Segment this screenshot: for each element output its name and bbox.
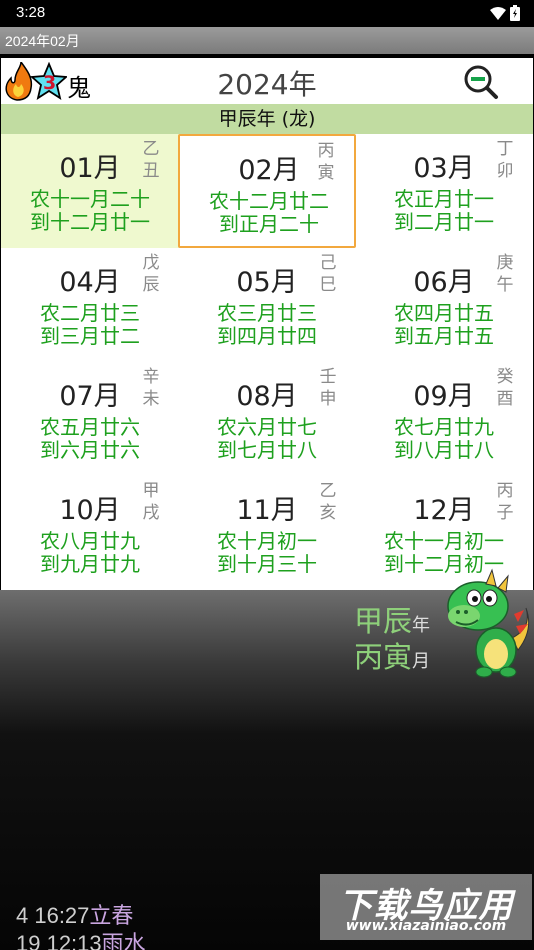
lunar-start: 农二月廿三 bbox=[40, 301, 140, 325]
month-ganzhi: 辛未 bbox=[142, 367, 160, 409]
ganzhi-summary: 甲辰年 丙寅月 bbox=[354, 598, 431, 674]
lunar-end: 到八月廿八 bbox=[394, 438, 494, 462]
window-title: 2024年02月 bbox=[5, 33, 80, 49]
year-ganzhi-bar: 甲辰年 (龙) bbox=[1, 104, 533, 134]
lunar-start: 农正月廿一 bbox=[394, 187, 494, 211]
zoom-out-button[interactable] bbox=[463, 64, 499, 100]
lunar-end: 到九月廿九 bbox=[40, 552, 140, 576]
lunar-start: 农十二月廿二 bbox=[209, 189, 329, 213]
month-ganzhi: 丁卯 bbox=[496, 139, 514, 181]
month-ganzhi: 己巳 bbox=[319, 253, 337, 295]
year-title[interactable]: 2024年 bbox=[1, 63, 533, 103]
solar-term-name: 雨水 bbox=[101, 932, 146, 950]
lunar-start: 农十月初一 bbox=[217, 529, 317, 553]
month-cell-09[interactable]: 09月 癸酉 农七月廿九 到八月廿八 bbox=[355, 362, 533, 476]
watermark-url: www.xiazainiao.com bbox=[345, 918, 507, 934]
month-ganzhi: 甲戌 bbox=[142, 481, 160, 523]
lunar-end: 到七月廿八 bbox=[217, 438, 317, 462]
lunar-start: 农五月廿六 bbox=[40, 415, 140, 439]
watermark: 下载鸟应用 www.xiazainiao.com bbox=[320, 874, 532, 940]
zoom-out-icon bbox=[464, 65, 498, 99]
lunar-start: 农六月廿七 bbox=[217, 415, 317, 439]
month-ganzhi: 乙亥 bbox=[319, 481, 337, 523]
month-cell-07[interactable]: 07月 辛未 农五月廿六 到六月廿六 bbox=[1, 362, 179, 476]
lunar-end: 到三月廿二 bbox=[40, 324, 140, 348]
month-grid: 01月 乙丑 农十一月二十 到十二月廿一 02月 丙寅 农十二月廿二 到正月二十… bbox=[1, 134, 533, 590]
month-cell-06[interactable]: 06月 庚午 农四月廿五 到五月廿五 bbox=[355, 248, 533, 362]
month-ganzhi: 庚午 bbox=[496, 253, 514, 295]
title-bar: 2024年02月 bbox=[0, 27, 534, 54]
panel-header: 3 鬼 2024年 bbox=[1, 58, 533, 104]
lunar-end: 到六月廿六 bbox=[40, 438, 140, 462]
month-ganzhi: 戊辰 bbox=[142, 253, 160, 295]
lunar-end: 到二月廿一 bbox=[394, 210, 494, 234]
lunar-end: 到十二月廿一 bbox=[30, 210, 150, 234]
month-ganzhi: 癸酉 bbox=[496, 367, 514, 409]
lunar-end: 到正月二十 bbox=[219, 212, 319, 236]
month-cell-05[interactable]: 05月 己巳 农三月廿三 到四月廿四 bbox=[178, 248, 356, 362]
lunar-end: 到五月廿五 bbox=[394, 324, 494, 348]
month-ganzhi: 乙丑 bbox=[142, 139, 160, 181]
month-ganzhi: 壬申 bbox=[319, 367, 337, 409]
lunar-start: 农四月廿五 bbox=[394, 301, 494, 325]
month-cell-08[interactable]: 08月 壬申 农六月廿七 到七月廿八 bbox=[178, 362, 356, 476]
lunar-start: 农七月廿九 bbox=[394, 415, 494, 439]
lunar-start: 农八月廿九 bbox=[40, 529, 140, 553]
solar-term-time: 4 16:27 bbox=[16, 903, 90, 928]
year-ganzhi: 甲辰年 bbox=[354, 604, 431, 638]
month-cell-02[interactable]: 02月 丙寅 农十二月廿二 到正月二十 bbox=[178, 134, 356, 248]
battery-icon bbox=[510, 5, 520, 25]
month-cell-04[interactable]: 04月 戊辰 农二月廿三 到三月廿二 bbox=[1, 248, 179, 362]
info-area: 甲辰年 丙寅月 4 16:27立春 19 12:13雨水 下载鸟应用 www.x… bbox=[0, 568, 534, 950]
lunar-start: 农十一月二十 bbox=[30, 187, 150, 211]
month-cell-11[interactable]: 11月 乙亥 农十月初一 到十月三十 bbox=[178, 476, 356, 590]
month-ganzhi: 丙寅月 bbox=[354, 640, 431, 674]
lunar-start: 农十一月初一 bbox=[384, 529, 504, 553]
status-bar: 3:28 bbox=[0, 0, 534, 27]
wifi-icon bbox=[490, 6, 506, 25]
month-cell-01[interactable]: 01月 乙丑 农十一月二十 到十二月廿一 bbox=[1, 134, 179, 248]
dragon-mascot-icon bbox=[434, 568, 534, 692]
year-calendar-panel: 3 鬼 2024年 甲辰年 (龙) 01月 乙丑 农十一月二十 到十二月廿一 0… bbox=[1, 58, 533, 590]
solar-term-time: 19 12:13 bbox=[16, 931, 102, 950]
lunar-start: 农三月廿三 bbox=[217, 301, 317, 325]
lunar-end: 到十月三十 bbox=[217, 552, 317, 576]
lunar-end: 到四月廿四 bbox=[217, 324, 317, 348]
month-ganzhi: 丙子 bbox=[496, 481, 514, 523]
solar-term-2: 19 12:13雨水 bbox=[16, 926, 146, 950]
month-cell-03[interactable]: 03月 丁卯 农正月廿一 到二月廿一 bbox=[355, 134, 533, 248]
month-cell-10[interactable]: 10月 甲戌 农八月廿九 到九月廿九 bbox=[1, 476, 179, 590]
status-time: 3:28 bbox=[16, 4, 46, 21]
month-ganzhi: 丙寅 bbox=[317, 141, 335, 183]
